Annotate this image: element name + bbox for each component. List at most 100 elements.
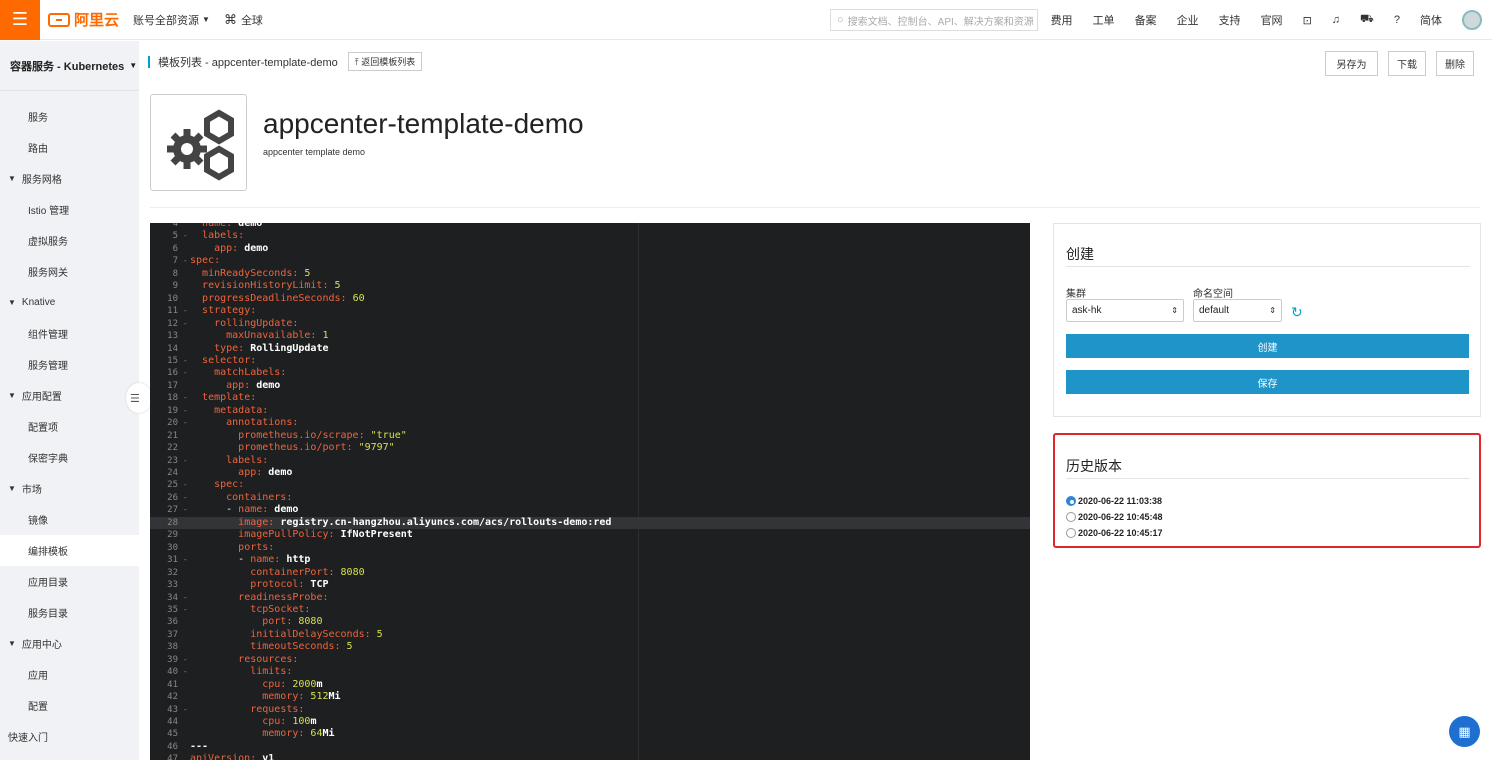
help-icon[interactable]: ?	[1394, 14, 1400, 26]
fold-toggle-icon[interactable]: -	[178, 405, 190, 418]
sidebar-item[interactable]: 服务网关	[0, 256, 139, 287]
version-option[interactable]: 2020-06-22 11:03:38	[1066, 496, 1162, 506]
fold-toggle-icon[interactable]: -	[178, 604, 190, 617]
fold-toggle-icon[interactable]: -	[178, 592, 190, 605]
refresh-icon[interactable]: ↻	[1291, 304, 1303, 321]
fold-toggle-icon[interactable]: -	[178, 455, 190, 468]
sidebar-item-label: 保密字典	[28, 454, 68, 465]
code-line: 29 imagePullPolicy: IfNotPresent	[150, 529, 1030, 542]
fold-toggle-icon[interactable]: -	[178, 554, 190, 567]
fold-toggle-icon[interactable]: -	[178, 255, 190, 268]
sidebar-group[interactable]: ▼ 市场	[0, 473, 139, 504]
fold-toggle-icon[interactable]: -	[178, 417, 190, 430]
yaml-key: imagePullPolicy:	[238, 529, 335, 541]
sidebar-item[interactable]: 快速入门	[0, 721, 139, 752]
save-button[interactable]: 保存	[1066, 370, 1469, 394]
sidebar-item[interactable]: 组件管理	[0, 318, 139, 349]
sidebar-item[interactable]: 应用	[0, 659, 139, 690]
fold-toggle-icon[interactable]: -	[178, 492, 190, 505]
namespace-select[interactable]: default ⇕	[1193, 299, 1282, 322]
line-number: 4	[172, 223, 178, 229]
sidebar-item[interactable]: 配置	[0, 690, 139, 721]
fold-toggle-icon[interactable]: -	[178, 305, 190, 318]
sidebar-item[interactable]: 镜像	[0, 504, 139, 535]
line-number: 44	[167, 717, 178, 727]
radio-button[interactable]	[1066, 528, 1076, 538]
grid-menu-button[interactable]: ▦	[1449, 716, 1480, 747]
line-number: 8	[172, 268, 178, 279]
region-selector[interactable]: ⌘ 全球	[224, 12, 263, 28]
create-button[interactable]: 创建	[1066, 334, 1469, 358]
code-line: 39 - resources:	[150, 654, 1030, 667]
yaml-number: 8080	[334, 566, 365, 578]
bell-icon[interactable]: ♫	[1332, 14, 1340, 26]
code-line: 42 memory: 512Mi	[150, 691, 1030, 704]
nav-enterprise[interactable]: 企业	[1177, 12, 1199, 28]
sidebar-item-label: 应用目录	[28, 578, 68, 589]
menu-icon[interactable]: ☰	[0, 0, 40, 40]
code-line: 26 - containers:	[150, 492, 1030, 505]
sidebar-group[interactable]: ▼ 服务网格	[0, 163, 139, 194]
terminal-icon[interactable]: ⊡	[1303, 14, 1312, 27]
version-option[interactable]: 2020-06-22 10:45:17	[1066, 528, 1163, 538]
line-number: 30	[167, 542, 178, 553]
sidebar-item[interactable]: 虚拟服务	[0, 225, 139, 256]
sidebar-item[interactable]: 编排模板	[0, 535, 139, 566]
line-number: 37	[167, 629, 178, 640]
sidebar-item[interactable]: Istio 管理	[0, 194, 139, 225]
radio-button[interactable]	[1066, 512, 1076, 522]
cluster-select[interactable]: ask-hk ⇕	[1066, 299, 1184, 322]
sidebar-item[interactable]: 服务	[0, 101, 139, 132]
nav-tickets[interactable]: 工单	[1093, 12, 1115, 28]
fold-toggle-icon[interactable]: -	[178, 230, 190, 243]
nav-support[interactable]: 支持	[1219, 12, 1241, 28]
sidebar-item[interactable]: 服务目录	[0, 597, 139, 628]
download-button[interactable]: 下载	[1388, 51, 1426, 76]
sidebar-group[interactable]: ▼ 应用中心	[0, 628, 139, 659]
aliyun-logo[interactable]: 阿里云	[48, 9, 119, 30]
yaml-number: 512	[304, 691, 329, 703]
fold-toggle-icon[interactable]: -	[178, 392, 190, 405]
sidebar-collapse-toggle[interactable]: ☰	[126, 383, 152, 413]
fold-toggle-icon[interactable]: -	[178, 318, 190, 331]
sidebar-product-switcher[interactable]: 容器服务 - Kubernetes ▼	[0, 41, 139, 91]
fold-toggle-icon[interactable]: -	[178, 666, 190, 679]
fold-toggle-icon[interactable]: -	[178, 704, 190, 717]
search-input[interactable]: ○ 搜索文档、控制台、API、解决方案和资源	[830, 9, 1038, 31]
account-scope-dropdown[interactable]: 账号全部资源 ▼	[133, 12, 210, 28]
yaml-key: name:	[238, 504, 269, 516]
yaml-value: RollingUpdate	[244, 342, 329, 354]
nav-fees[interactable]: 费用	[1051, 12, 1073, 28]
delete-button[interactable]: 删除	[1436, 51, 1474, 76]
nav-icp[interactable]: 备案	[1135, 12, 1157, 28]
nav-official-site[interactable]: 官网	[1261, 12, 1283, 28]
fold-toggle-icon[interactable]: -	[178, 654, 190, 667]
version-option[interactable]: 2020-06-22 10:45:48	[1066, 512, 1163, 522]
cart-icon[interactable]: ⛟	[1360, 13, 1374, 27]
line-number: 31	[167, 555, 178, 566]
line-number: 26	[167, 492, 178, 503]
sidebar-item[interactable]: 保密字典	[0, 442, 139, 473]
save-as-button[interactable]: 另存为	[1325, 51, 1378, 76]
sidebar-group[interactable]: ▼ Knative	[0, 287, 139, 318]
sidebar-item[interactable]: 服务管理	[0, 349, 139, 380]
sidebar-item-label: Istio 管理	[28, 206, 70, 217]
sidebar-item-label: 服务	[28, 113, 48, 124]
back-to-template-list-button[interactable]: ⤒ 返回模板列表	[347, 52, 423, 71]
fold-toggle-icon[interactable]: -	[178, 504, 190, 517]
page-header: 模板列表 - appcenter-template-demo ⤒ 返回模板列表	[148, 52, 423, 71]
sidebar-item[interactable]: 应用目录	[0, 566, 139, 597]
yaml-key: cpu:	[262, 678, 287, 690]
radio-button[interactable]	[1066, 496, 1076, 506]
code-line: 6 app: demo	[150, 243, 1030, 256]
sidebar-item[interactable]: 配置项	[0, 411, 139, 442]
fold-toggle-icon[interactable]: -	[178, 367, 190, 380]
sidebar-item[interactable]: 路由	[0, 132, 139, 163]
fold-toggle-icon[interactable]: -	[178, 479, 190, 492]
avatar[interactable]	[1462, 10, 1482, 30]
fold-toggle-icon[interactable]: -	[178, 355, 190, 368]
yaml-code-editor[interactable]: 4 name: demo 5 - labels: 6 app: demo 7 - spe…	[150, 223, 1030, 760]
yaml-key: timeoutSeconds:	[250, 641, 341, 653]
language-switch[interactable]: 简体	[1420, 12, 1442, 28]
sidebar-group[interactable]: ▼ 应用配置	[0, 380, 139, 411]
